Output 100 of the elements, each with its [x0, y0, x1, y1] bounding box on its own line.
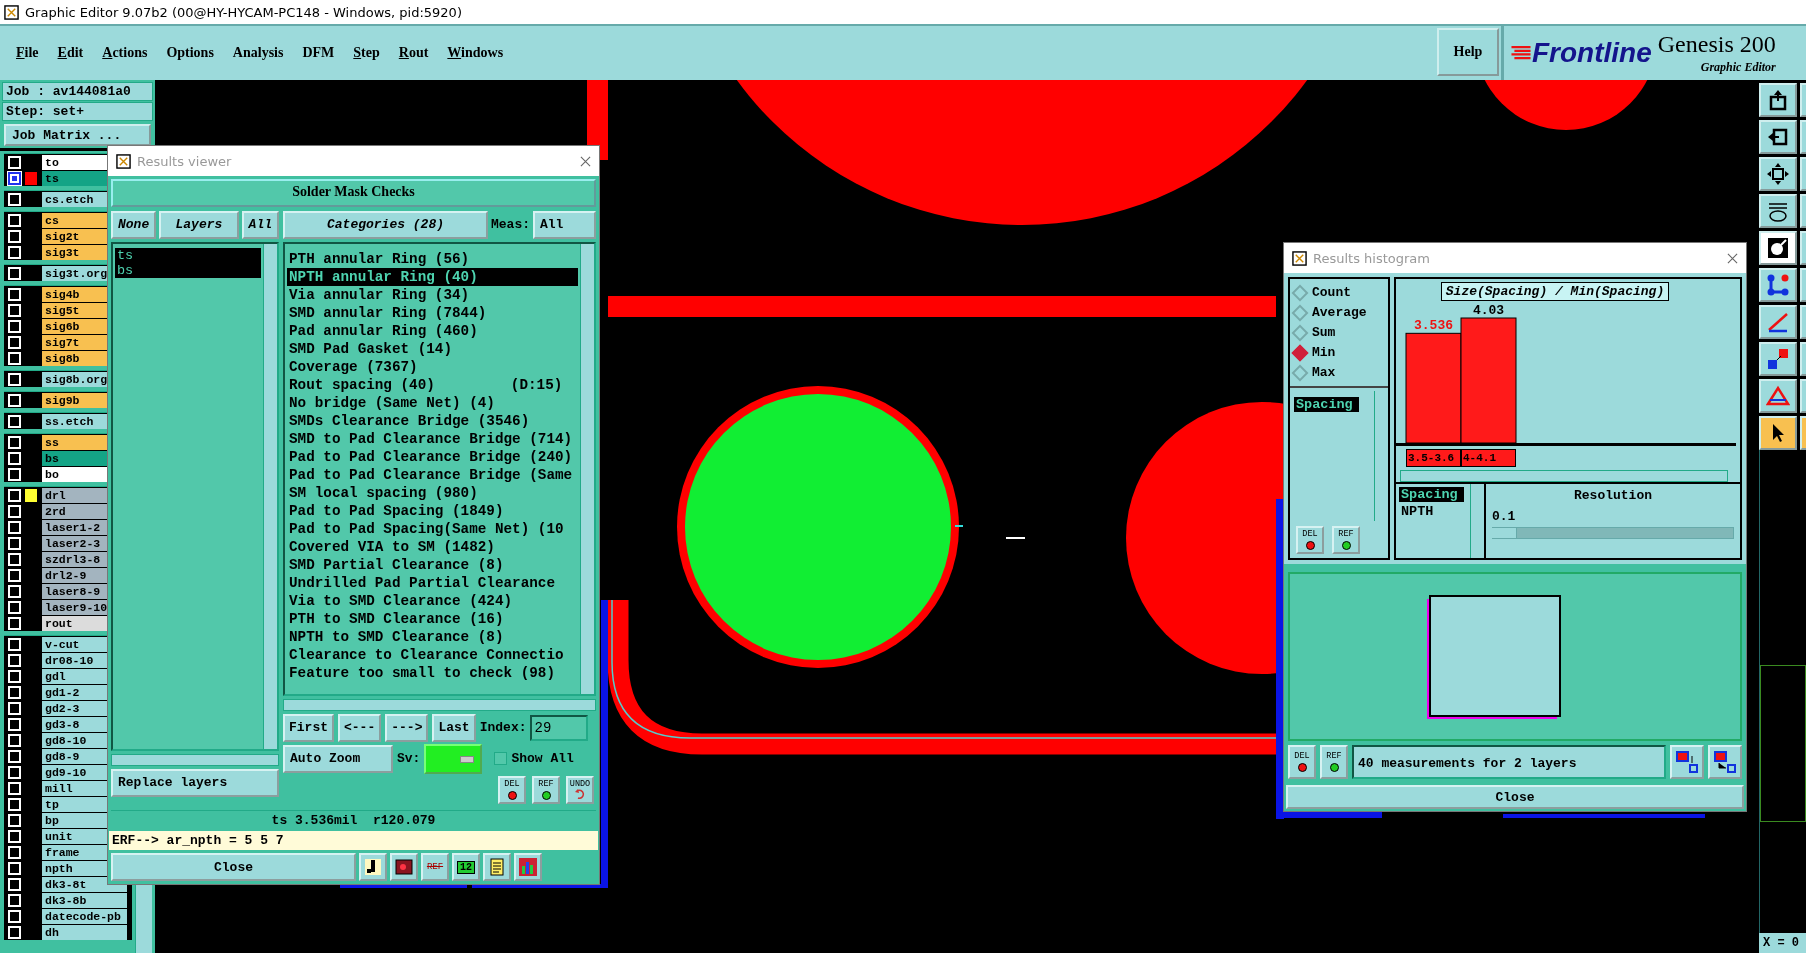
del-button[interactable]: DEL: [1296, 525, 1324, 554]
category-item[interactable]: Rout spacing (40) (D:15): [287, 375, 578, 394]
toolbar-button[interactable]: [1759, 83, 1797, 117]
toolbar-button[interactable]: [1759, 194, 1797, 228]
swap-button[interactable]: [1670, 745, 1704, 780]
tool-button[interactable]: [359, 853, 387, 881]
categories-button[interactable]: Categories (28): [283, 210, 488, 239]
category-item[interactable]: Feature too small to check (98): [287, 663, 578, 682]
tool-button[interactable]: REF: [421, 853, 449, 881]
close-button[interactable]: Close: [1286, 785, 1744, 809]
bin-label: 4-4.1: [1461, 449, 1516, 467]
meas-dropdown[interactable]: All: [533, 210, 596, 239]
menu-item[interactable]: File: [16, 45, 39, 61]
navigation-button[interactable]: Last: [432, 713, 476, 742]
category-item[interactable]: PTH annular Ring (56): [287, 249, 578, 268]
app-icon: [4, 4, 19, 20]
radio-option[interactable]: Min: [1294, 345, 1384, 360]
index-field[interactable]: 29: [530, 714, 589, 741]
ref-button[interactable]: REF: [1332, 525, 1360, 554]
category-item[interactable]: Clearance to Clearance Connectio: [287, 645, 578, 664]
layer-name[interactable]: datecode-pb: [42, 908, 127, 924]
tool-button[interactable]: [390, 853, 418, 881]
undo-icon: [574, 789, 586, 800]
category-item[interactable]: Pad to Pad Spacing(Same Net) (10: [287, 519, 578, 538]
window-title: Graphic Editor 9.07b2 (00@HY-HYCAM-PC148 - Windows, pid:5920): [25, 4, 462, 20]
scrollbar[interactable]: [283, 698, 596, 711]
category-item[interactable]: SMD to Pad Clearance Bridge (714): [287, 429, 578, 448]
toolbar-button[interactable]: [1759, 268, 1797, 302]
category-item[interactable]: SMD Pad Gasket (14): [287, 339, 578, 358]
all-button[interactable]: All: [241, 210, 279, 239]
layer-checkbox[interactable]: [8, 171, 21, 185]
layer-name[interactable]: dh: [42, 924, 127, 940]
type-list-item[interactable]: Spacing: [1399, 487, 1464, 502]
category-item[interactable]: Pad to Pad Spacing (1849): [287, 501, 578, 520]
category-item[interactable]: Pad annular Ring (460): [287, 321, 578, 340]
toolbar-button[interactable]: [1759, 231, 1797, 265]
severity-dropdown[interactable]: [424, 743, 483, 774]
scrollbar[interactable]: [111, 753, 279, 766]
scrollbar[interactable]: [1400, 470, 1729, 482]
toolbar-button[interactable]: [1759, 379, 1797, 413]
job-matrix-button[interactable]: Job Matrix ...: [4, 124, 151, 146]
del-button[interactable]: DEL: [1288, 745, 1316, 780]
ref-button[interactable]: REF: [532, 775, 560, 804]
close-button[interactable]: Close: [111, 853, 356, 881]
menu-item[interactable]: Windows: [447, 45, 504, 61]
type-list-item[interactable]: NPTH: [1399, 504, 1440, 519]
radio-option[interactable]: Count: [1294, 285, 1384, 300]
menu-item[interactable]: Analysis: [232, 45, 284, 61]
none-button[interactable]: None: [111, 210, 157, 239]
tool-button[interactable]: 12: [452, 853, 480, 881]
category-item[interactable]: Undrilled Pad Partial Clearance: [287, 573, 578, 592]
category-item[interactable]: Via to SMD Clearance (424): [287, 591, 578, 610]
category-item[interactable]: Via annular Ring (34): [287, 285, 578, 304]
category-item[interactable]: Coverage (7367): [287, 357, 578, 376]
swap-button[interactable]: [1708, 745, 1742, 780]
category-item[interactable]: NPTH to SMD Clearance (8): [287, 627, 578, 646]
close-icon[interactable]: [580, 155, 591, 167]
field-list-item[interactable]: Spacing: [1294, 397, 1359, 412]
close-icon[interactable]: [1727, 252, 1738, 264]
category-item[interactable]: SM local spacing (980): [287, 483, 578, 502]
menu-item[interactable]: DFM: [302, 45, 335, 61]
radio-option[interactable]: Average: [1294, 305, 1384, 320]
category-item[interactable]: SMDs Clearance Bridge (3546): [287, 411, 578, 430]
checkbox[interactable]: [494, 752, 508, 766]
scrollbar[interactable]: [263, 243, 277, 749]
category-item[interactable]: SMD annular Ring (7844): [287, 303, 578, 322]
menu-item[interactable]: Options: [166, 45, 214, 61]
help-button[interactable]: Help: [1437, 28, 1499, 76]
navigation-button[interactable]: First: [283, 713, 334, 742]
toolbar-button[interactable]: [1759, 416, 1797, 450]
replace-layers-dropdown[interactable]: Replace layers: [111, 768, 279, 797]
category-item[interactable]: Covered VIA to SM (1482): [287, 537, 578, 556]
undo-button[interactable]: UNDO: [566, 775, 594, 804]
del-button[interactable]: DEL: [498, 775, 526, 804]
category-item[interactable]: SMD Partial Clearance (8): [287, 555, 578, 574]
navigation-button[interactable]: --->: [385, 713, 429, 742]
auto-zoom-dropdown[interactable]: Auto Zoom: [283, 744, 393, 773]
layer-name[interactable]: dk3-8b: [42, 892, 127, 908]
radio-option[interactable]: Sum: [1294, 325, 1384, 340]
toolbar-button[interactable]: [1759, 157, 1797, 191]
category-item[interactable]: No bridge (Same Net) (4): [287, 393, 578, 412]
menu-item[interactable]: Actions: [102, 45, 148, 61]
step-label: Step: set+: [2, 102, 153, 121]
toolbar-button[interactable]: [1759, 305, 1797, 339]
toolbar-button[interactable]: [1759, 120, 1797, 154]
menu-item[interactable]: Rout: [398, 45, 429, 61]
category-item[interactable]: PTH to SMD Clearance (16): [287, 609, 578, 628]
menu-item[interactable]: Edit: [57, 45, 84, 61]
toolbar-button[interactable]: [1759, 342, 1797, 376]
layer-list-item[interactable]: ts: [115, 247, 261, 263]
show-all-label: Show All: [511, 751, 574, 767]
index-label: Index:: [479, 720, 527, 736]
scrollbar[interactable]: [580, 243, 594, 694]
ref-button[interactable]: REF: [1320, 745, 1348, 780]
category-item[interactable]: Pad to Pad Clearance Bridge (240): [287, 447, 578, 466]
category-item[interactable]: NPTH annular Ring (40): [287, 267, 578, 286]
menu-item[interactable]: Step: [353, 45, 380, 61]
radio-option[interactable]: Max: [1294, 365, 1384, 380]
navigation-button[interactable]: <---: [338, 713, 382, 742]
category-item[interactable]: Pad to Pad Clearance Bridge (Same: [287, 465, 578, 484]
